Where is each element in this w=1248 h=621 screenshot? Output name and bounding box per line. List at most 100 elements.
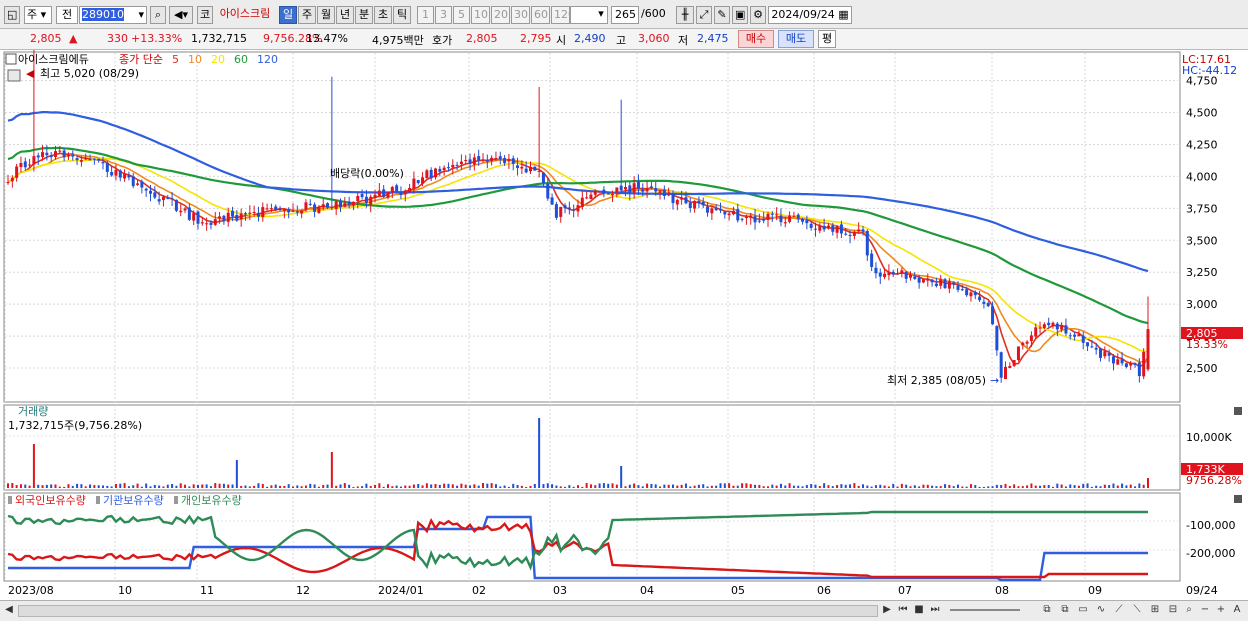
candle-body xyxy=(481,159,485,161)
calculator-icon[interactable] xyxy=(7,69,21,82)
volume-bar xyxy=(283,485,286,488)
stock-code-input[interactable]: 289010 ▾ xyxy=(79,6,147,24)
buy-button[interactable]: 매수 xyxy=(738,30,774,48)
next-page-icon[interactable]: ⏭ xyxy=(928,603,942,617)
x-tick-label: 2023/08 xyxy=(8,584,54,597)
tab-interval-1[interactable]: 1 xyxy=(417,6,434,24)
candle-body xyxy=(1146,329,1150,370)
tab-period-3[interactable]: 년 xyxy=(336,6,354,24)
tab-interval-5[interactable]: 5 xyxy=(453,6,470,24)
candle-body xyxy=(291,210,295,212)
candle-body xyxy=(429,169,433,179)
average-button[interactable]: 평 xyxy=(818,30,836,48)
candle-body xyxy=(490,157,494,162)
tab-interval-60[interactable]: 60 xyxy=(531,6,550,24)
chart-area[interactable]: 4,750 4,500 4,250 4,000 3,750 3,500 3,250 3,000… xyxy=(0,50,1248,600)
grid-icon[interactable]: ⊟ xyxy=(1166,603,1180,617)
volume-bar xyxy=(935,486,938,488)
window-icon[interactable]: ▭ xyxy=(1076,603,1090,617)
volume-bar xyxy=(365,483,368,488)
prev-button[interactable]: 전 xyxy=(56,6,78,24)
tab-period-5[interactable]: 초 xyxy=(374,6,392,24)
save-icon[interactable]: ▣ xyxy=(732,6,748,24)
volume-bar xyxy=(304,485,307,488)
chevron-down-icon[interactable]: ▾ xyxy=(138,7,144,23)
window-icon[interactable]: ⧉ xyxy=(1040,603,1054,617)
chart-type-icon[interactable]: ⤢ xyxy=(696,6,712,24)
volume-bar xyxy=(792,485,795,488)
auto-scale-icon[interactable]: A xyxy=(1230,603,1244,617)
tab-period-6[interactable]: 틱 xyxy=(393,6,411,24)
scroll-bar[interactable]: ◀ ▶ ⏮ ■ ⏭ ⧉ ⧉ ▭ ∿ ⟋ ⟍ ⊞ ⊟ ⌕ − + A xyxy=(0,600,1248,621)
scroll-track[interactable] xyxy=(18,605,878,617)
market-select[interactable]: 주 ▾ xyxy=(24,6,52,24)
draw-icon[interactable]: ⟋ xyxy=(1112,603,1126,617)
draw-tool-icon[interactable]: ✎ xyxy=(714,6,730,24)
zoom-out-icon[interactable]: − xyxy=(1198,603,1212,617)
candle-body xyxy=(671,193,675,204)
search-icon[interactable]: ⌕ xyxy=(1182,603,1196,617)
tab-period-4[interactable]: 분 xyxy=(355,6,373,24)
sell-button[interactable]: 매도 xyxy=(778,30,814,48)
volume-bar xyxy=(551,484,554,488)
tab-interval-30[interactable]: 30 xyxy=(511,6,530,24)
volume-icon[interactable]: ◀▾ xyxy=(169,6,193,24)
volume-bar xyxy=(646,483,649,488)
volume-bar xyxy=(408,485,411,488)
candle-body xyxy=(809,223,813,228)
market-code-label[interactable]: 코 xyxy=(197,6,213,24)
gear-icon[interactable]: ⚙ xyxy=(750,6,766,24)
panel-menu-icon[interactable] xyxy=(5,53,17,65)
volume-bar xyxy=(227,484,230,488)
volume-bar xyxy=(309,483,312,488)
candle-body xyxy=(351,201,355,206)
chevron-down-icon[interactable]: ▾ xyxy=(594,6,608,24)
volume-bar xyxy=(710,485,713,488)
stock-name: 아이스크림 xyxy=(219,7,271,20)
zoom-in-icon[interactable]: + xyxy=(1214,603,1228,617)
zoom-slider[interactable] xyxy=(950,609,1020,611)
volume-bar xyxy=(1034,485,1037,488)
candle-type-icon[interactable]: ╫ xyxy=(676,6,694,24)
tab-interval-10[interactable]: 10 xyxy=(471,6,490,24)
date-input[interactable]: 2024/09/24 ▦ xyxy=(768,6,852,24)
candle-body xyxy=(1137,362,1141,377)
candle-body xyxy=(118,170,122,178)
calendar-icon[interactable]: ▦ xyxy=(838,8,848,21)
candle-body xyxy=(347,201,351,205)
volume-bar xyxy=(102,485,104,488)
candle-body xyxy=(41,152,45,158)
tab-interval-20[interactable]: 20 xyxy=(491,6,510,24)
volume-bar xyxy=(874,485,877,488)
window-menu-icon[interactable]: ◱ xyxy=(4,6,20,24)
candle-body xyxy=(360,194,364,198)
draw-icon[interactable]: ∿ xyxy=(1094,603,1108,617)
volume-bar xyxy=(676,485,679,488)
volume-bar xyxy=(106,485,109,488)
volume-bar xyxy=(214,483,217,488)
count-input[interactable]: 265 xyxy=(611,6,639,24)
chart-canvas[interactable]: 4,7504,5004,2504,0003,7503,5003,2503,000… xyxy=(0,50,1248,600)
volume-bar xyxy=(1073,485,1076,488)
volume-bar xyxy=(1129,484,1132,488)
tab-period-1[interactable]: 주 xyxy=(298,6,316,24)
grid-icon[interactable]: ⊞ xyxy=(1148,603,1162,617)
first-page-icon[interactable]: ⏮ xyxy=(896,603,910,617)
candle-body xyxy=(421,177,425,184)
scroll-left-icon[interactable]: ◀ xyxy=(2,603,16,617)
tab-period-2[interactable]: 월 xyxy=(317,6,335,24)
draw-icon[interactable]: ⟍ xyxy=(1130,603,1144,617)
candle-body xyxy=(1129,363,1133,366)
tab-period-0[interactable]: 일 xyxy=(279,6,297,24)
volume-bar xyxy=(827,485,830,488)
stop-icon[interactable]: ■ xyxy=(912,603,926,617)
volume-close-icon[interactable] xyxy=(1234,407,1242,415)
volume-bar xyxy=(175,485,178,488)
scroll-right-icon[interactable]: ▶ xyxy=(880,603,894,617)
search-icon[interactable]: ⌕ xyxy=(150,6,166,24)
candle-body xyxy=(891,271,895,275)
holding-close-icon[interactable] xyxy=(1234,495,1242,503)
window-icon[interactable]: ⧉ xyxy=(1058,603,1072,617)
tab-interval-120[interactable]: 120 xyxy=(551,6,570,24)
tab-interval-3[interactable]: 3 xyxy=(435,6,452,24)
